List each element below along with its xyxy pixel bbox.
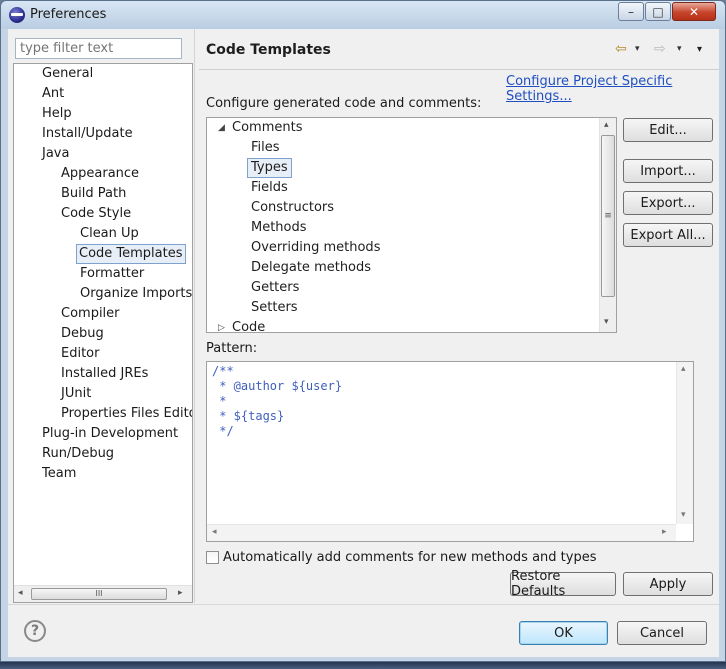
collapse-icon[interactable]: ◢ (218, 123, 225, 133)
pattern-label: Pattern: (206, 341, 258, 356)
header-separator (199, 69, 719, 70)
taskbar (0, 662, 726, 669)
tree-item-editor[interactable]: Editor (59, 344, 101, 364)
export-all-button[interactable]: Export All... (623, 223, 713, 247)
window-title: Preferences (30, 7, 107, 22)
tree-item-help[interactable]: Help (40, 104, 74, 124)
minimize-button[interactable]: – (618, 2, 644, 21)
configure-label: Configure generated code and comments: (206, 96, 482, 111)
tree-item-build-path[interactable]: Build Path (59, 184, 128, 204)
page-title: Code Templates (206, 42, 331, 58)
template-files[interactable]: Files (248, 138, 283, 158)
template-group-comments[interactable]: Comments (229, 118, 305, 138)
template-setters[interactable]: Setters (248, 298, 301, 318)
template-constructors[interactable]: Constructors (248, 198, 337, 218)
back-arrow-icon[interactable]: ⇦ (615, 41, 627, 57)
tree-item-organize-imports[interactable]: Organize Imports (78, 284, 192, 304)
scroll-right-icon[interactable]: ▸ (178, 588, 183, 598)
template-methods[interactable]: Methods (248, 218, 310, 238)
scroll-thumb[interactable]: III (31, 588, 167, 600)
export-button[interactable]: Export... (623, 191, 713, 215)
edit-button[interactable]: Edit... (623, 118, 713, 142)
pattern-line: * (212, 394, 227, 408)
forward-arrow-icon: ⇨ (654, 41, 666, 57)
template-fields[interactable]: Fields (248, 178, 291, 198)
view-menu-icon[interactable]: ▾ (697, 44, 702, 55)
template-getters[interactable]: Getters (248, 278, 302, 298)
pattern-editor[interactable]: /** * @author ${user} * * ${tags} */ ▴ ▾… (206, 361, 694, 542)
preference-tree: General Ant Help Install/Update Java App… (13, 63, 193, 603)
pattern-line: * ${tags} (212, 409, 285, 423)
filter-input[interactable] (15, 38, 182, 59)
pattern-horizontal-scrollbar[interactable]: ◂ ▸ (207, 524, 676, 541)
footer-separator (8, 604, 719, 605)
tree-item-debug[interactable]: Debug (59, 324, 106, 344)
tree-item-ant[interactable]: Ant (40, 84, 66, 104)
tree-item-compiler[interactable]: Compiler (59, 304, 122, 324)
title-bar[interactable]: Preferences – □ ✕ (1, 1, 725, 29)
tree-item-general[interactable]: General (40, 64, 95, 84)
tree-item-plugin-development[interactable]: Plug-in Development (40, 424, 180, 444)
cancel-button[interactable]: Cancel (617, 621, 707, 645)
import-button[interactable]: Import... (623, 159, 713, 183)
pattern-line: * @author ${user} (212, 379, 343, 393)
tree-item-code-templates[interactable]: Code Templates (76, 244, 186, 264)
templates-vertical-scrollbar[interactable]: ▴ ≡ ▾ (599, 118, 616, 332)
template-types[interactable]: Types (247, 158, 292, 178)
scroll-left-icon[interactable]: ◂ (212, 527, 217, 537)
template-overriding-methods[interactable]: Overriding methods (248, 238, 383, 258)
auto-comments-label[interactable]: Automatically add comments for new metho… (223, 550, 596, 565)
scroll-down-icon[interactable]: ▾ (681, 510, 686, 520)
apply-button[interactable]: Apply (623, 572, 713, 596)
panel-divider[interactable] (194, 29, 195, 603)
tree-item-formatter[interactable]: Formatter (78, 264, 146, 284)
close-button[interactable]: ✕ (672, 2, 716, 21)
tree-item-installed-jres[interactable]: Installed JREs (59, 364, 150, 384)
scroll-thumb[interactable]: ≡ (601, 135, 615, 297)
auto-comments-checkbox[interactable] (206, 551, 219, 564)
pattern-line: */ (212, 424, 234, 438)
template-delegate-methods[interactable]: Delegate methods (248, 258, 374, 278)
scroll-up-icon[interactable]: ▴ (604, 120, 609, 130)
forward-menu-icon[interactable]: ▾ (677, 44, 682, 54)
help-icon[interactable]: ? (24, 620, 46, 642)
preferences-window: Preferences – □ ✕ General Ant Help Insta… (0, 0, 726, 662)
tree-item-install-update[interactable]: Install/Update (40, 124, 135, 144)
scroll-up-icon[interactable]: ▴ (681, 364, 686, 374)
tree-item-java[interactable]: Java (40, 144, 71, 164)
pattern-vertical-scrollbar[interactable]: ▴ ▾ (676, 362, 693, 524)
configure-project-settings-link[interactable]: Configure Project Specific Settings... (506, 74, 719, 104)
tree-item-appearance[interactable]: Appearance (59, 164, 141, 184)
tree-item-properties-files-editor[interactable]: Properties Files Edito (59, 404, 192, 424)
maximize-button[interactable]: □ (645, 2, 671, 21)
tree-item-team[interactable]: Team (40, 464, 78, 484)
templates-tree: ◢ Comments Files Types Fields Constructo… (206, 117, 617, 333)
ok-button[interactable]: OK (519, 621, 608, 645)
tree-item-clean-up[interactable]: Clean Up (78, 224, 141, 244)
tree-item-run-debug[interactable]: Run/Debug (40, 444, 116, 464)
scroll-left-icon[interactable]: ◂ (18, 588, 23, 598)
scroll-right-icon[interactable]: ▸ (662, 527, 667, 537)
dialog-client-area: General Ant Help Install/Update Java App… (8, 29, 719, 657)
template-group-code[interactable]: Code (229, 318, 268, 332)
eclipse-icon (9, 7, 25, 23)
back-menu-icon[interactable]: ▾ (635, 44, 640, 54)
scroll-down-icon[interactable]: ▾ (604, 317, 609, 327)
tree-item-junit[interactable]: JUnit (59, 384, 93, 404)
pattern-line: /** (212, 364, 234, 378)
tree-item-code-style[interactable]: Code Style (59, 204, 133, 224)
expand-icon[interactable]: ▷ (218, 323, 225, 332)
tree-horizontal-scrollbar[interactable]: ◂ III ▸ (14, 585, 192, 602)
restore-defaults-button[interactable]: Restore Defaults (510, 569, 616, 599)
